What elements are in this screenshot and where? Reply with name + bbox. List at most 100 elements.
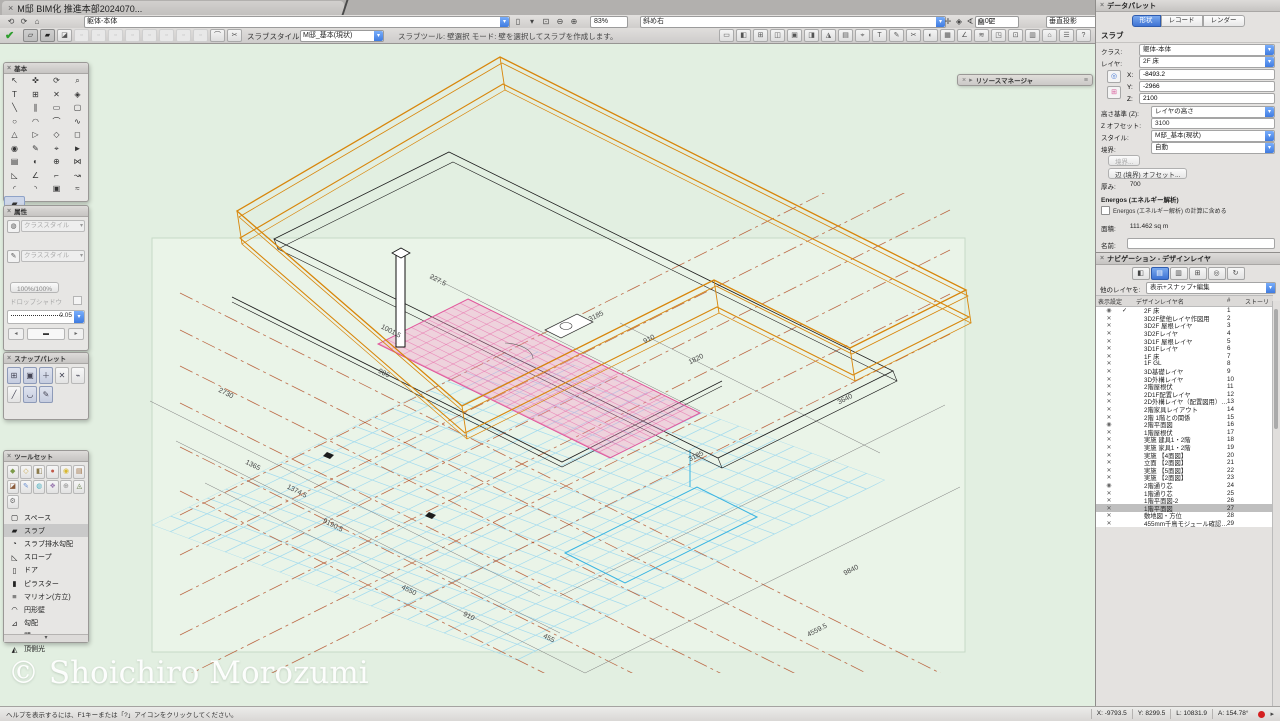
hidden-x-icon[interactable]: ✕	[1096, 474, 1122, 481]
object-snap-icon[interactable]: ▣	[23, 367, 37, 384]
mode-icon[interactable]: ▫	[91, 29, 106, 42]
layer-row[interactable]: ✕455mm千鳥モジュール確認…29	[1096, 520, 1273, 528]
walls-category-icon[interactable]: ◧	[33, 465, 45, 479]
height-ref-dropdown[interactable]: レイヤの高さ▾	[1151, 106, 1275, 118]
visible-eye-icon[interactable]: ◉	[1096, 482, 1122, 489]
eyedropper-tool-icon[interactable]: ◐	[923, 29, 938, 42]
visibility-column-header[interactable]: 表示設定	[1096, 297, 1124, 306]
hidden-x-icon[interactable]: ✕	[1096, 429, 1122, 436]
toolset-item-ピラスター[interactable]: ▮ピラスター	[4, 577, 88, 590]
ellipse-tool-icon[interactable]: ◻	[67, 128, 88, 142]
story-column-header[interactable]: ストーリ	[1245, 297, 1273, 306]
tags-category-icon[interactable]: ◬	[73, 480, 85, 494]
window-tool-icon[interactable]: ◫	[770, 29, 785, 42]
layer-dropdown[interactable]: 2F 床▾	[1139, 56, 1275, 68]
hidden-x-icon[interactable]: ✕	[1096, 520, 1122, 527]
slab-style-dropdown[interactable]: M邸_基本(現状)▾	[300, 30, 384, 42]
projection-dropdown[interactable]: 垂直投影	[1046, 16, 1098, 28]
mode-icon[interactable]: ▫	[193, 29, 208, 42]
layer-options-icon[interactable]: ▾	[526, 16, 538, 27]
stair-tool-icon[interactable]: ▤	[838, 29, 853, 42]
scrollbar[interactable]	[1272, 301, 1280, 706]
hidden-x-icon[interactable]: ✕	[1096, 383, 1122, 390]
zoom-level-field[interactable]: 83%	[590, 16, 628, 28]
visible-eye-icon[interactable]: ◉	[1096, 421, 1122, 428]
connect-tool-icon[interactable]: ⋈	[67, 155, 88, 169]
mode-icon[interactable]: ▫	[74, 29, 89, 42]
rotate-view-tool-icon[interactable]: ⟳	[46, 74, 67, 88]
pen-style-dropdown[interactable]: クラススタイル▾	[21, 250, 85, 262]
scroll-down-arrow[interactable]: ▾	[4, 634, 88, 642]
pen-tool-icon[interactable]: ✎	[25, 142, 46, 156]
view-orientation-dropdown[interactable]: 斜め右▾	[640, 16, 946, 28]
shade-tool-icon[interactable]: ◐	[25, 155, 46, 169]
help-icon[interactable]: ?	[1076, 29, 1091, 42]
tab-close-icon[interactable]: ×	[8, 3, 13, 13]
picked-walls-mode-icon[interactable]: ▰	[40, 29, 55, 42]
polygon-mode-icon[interactable]: ◪	[57, 29, 72, 42]
tangent-snap-icon[interactable]: ◡	[23, 386, 37, 403]
wedge-tool-icon[interactable]: ◺	[4, 169, 25, 183]
confirm-icon[interactable]: ✔	[5, 29, 14, 42]
rounded-rectangle-tool-icon[interactable]: ▢	[67, 101, 88, 115]
data-palette-titlebar[interactable]: × データパレット	[1096, 0, 1280, 12]
attribute-mapping-icon[interactable]: ◈	[67, 88, 88, 102]
hidden-x-icon[interactable]: ✕	[1096, 406, 1122, 413]
name-field[interactable]	[1127, 238, 1275, 249]
pen-tool-icon[interactable]: ✎	[889, 29, 904, 42]
text-tool-icon[interactable]: T	[872, 29, 887, 42]
close-icon[interactable]: ×	[1100, 2, 1104, 9]
zoom-in-icon[interactable]: ⊕	[568, 16, 580, 27]
visible-eye-icon[interactable]: ◉	[1096, 307, 1122, 314]
document-tab[interactable]: × M邸 BIM化 推進本部2024070...	[2, 1, 344, 15]
mode-icon[interactable]: ▫	[159, 29, 174, 42]
toolbar-right-icons[interactable]: ▭◧⊞◫▣◨◮▤⌖T✎✂◐▦∠≋◳⊡▥⌂☰?	[718, 29, 1092, 47]
wave-tool-icon[interactable]: ≋	[974, 29, 989, 42]
hidden-x-icon[interactable]: ✕	[1096, 353, 1122, 360]
basic-palette-titlebar[interactable]: × 基本	[4, 63, 88, 74]
chamfer-tool-icon[interactable]: ◝	[25, 182, 46, 196]
house-tool-icon[interactable]: ⌂	[1042, 29, 1057, 42]
hidden-x-icon[interactable]: ✕	[1096, 330, 1122, 337]
view-list-icon[interactable]: ☰	[986, 16, 998, 27]
status-menu-icon[interactable]: ▸	[1270, 710, 1280, 718]
circle-tool-icon[interactable]: ○	[4, 115, 25, 129]
smart-edge-snap-icon[interactable]: ✎	[39, 386, 53, 403]
navigation-palette-titlebar[interactable]: × ナビゲーション - デザインレイヤ	[1096, 253, 1280, 265]
toolset-item-円形壁[interactable]: ◠円形壁	[4, 603, 88, 616]
corner-tool-icon[interactable]: ◳	[991, 29, 1006, 42]
prev-arrow-icon[interactable]: ◂	[8, 328, 24, 340]
gear-category-icon[interactable]: ⚙	[7, 495, 19, 509]
add-tool-icon[interactable]: ⊕	[46, 155, 67, 169]
active-class-dropdown[interactable]: 躯体-本体▾	[84, 16, 510, 28]
layer-row[interactable]: ✕1F 床7	[1096, 353, 1273, 361]
next-arrow-icon[interactable]: ▸	[68, 328, 84, 340]
hidden-x-icon[interactable]: ✕	[1096, 368, 1122, 375]
home-view-icon[interactable]: ⌂	[31, 16, 43, 27]
trim-mode-icon[interactable]: ✂	[227, 29, 242, 42]
toolset-item-スラブ排水勾配[interactable]: ◔スラブ排水勾配	[4, 537, 88, 550]
toolset-item-スラブ[interactable]: ▰スラブ	[4, 524, 88, 537]
close-icon[interactable]: ×	[7, 355, 11, 362]
close-icon[interactable]: ×	[7, 65, 11, 72]
resource-manager-bar[interactable]: × ▸ リソースマネージャ ≡	[957, 74, 1093, 86]
record-indicator-icon[interactable]	[1258, 711, 1265, 718]
angle-snap-icon[interactable]: ╱	[7, 386, 21, 403]
close-icon[interactable]: ×	[962, 77, 966, 84]
toolset-item-ドア[interactable]: ▯ドア	[4, 564, 88, 577]
toolset-item-勾配[interactable]: ⊿勾配	[4, 617, 88, 630]
other-layers-dropdown[interactable]: 表示+スナップ+編集▾	[1146, 282, 1276, 294]
site-category-icon[interactable]: ◇	[20, 465, 32, 479]
3d-category-icon[interactable]: ◍	[33, 480, 45, 494]
undo-view-icon[interactable]: ⟲	[5, 16, 17, 27]
fill-style-dropdown[interactable]: クラススタイル▾	[21, 220, 85, 232]
diamond-tool-icon[interactable]: ◇	[46, 128, 67, 142]
edge-offset-button[interactable]: 辺 (境界) オフセット...	[1108, 168, 1187, 179]
triangle-tool-icon[interactable]: △	[4, 128, 25, 142]
dim-tool-icon[interactable]: ⌖	[855, 29, 870, 42]
x-field[interactable]: -8493.2	[1139, 69, 1275, 80]
hidden-x-icon[interactable]: ✕	[1096, 414, 1122, 421]
redo-view-icon[interactable]: ⟳	[18, 16, 30, 27]
boundary-mode-icon[interactable]: ▱	[23, 29, 38, 42]
toolset-item-スロープ[interactable]: ◺スロープ	[4, 551, 88, 564]
